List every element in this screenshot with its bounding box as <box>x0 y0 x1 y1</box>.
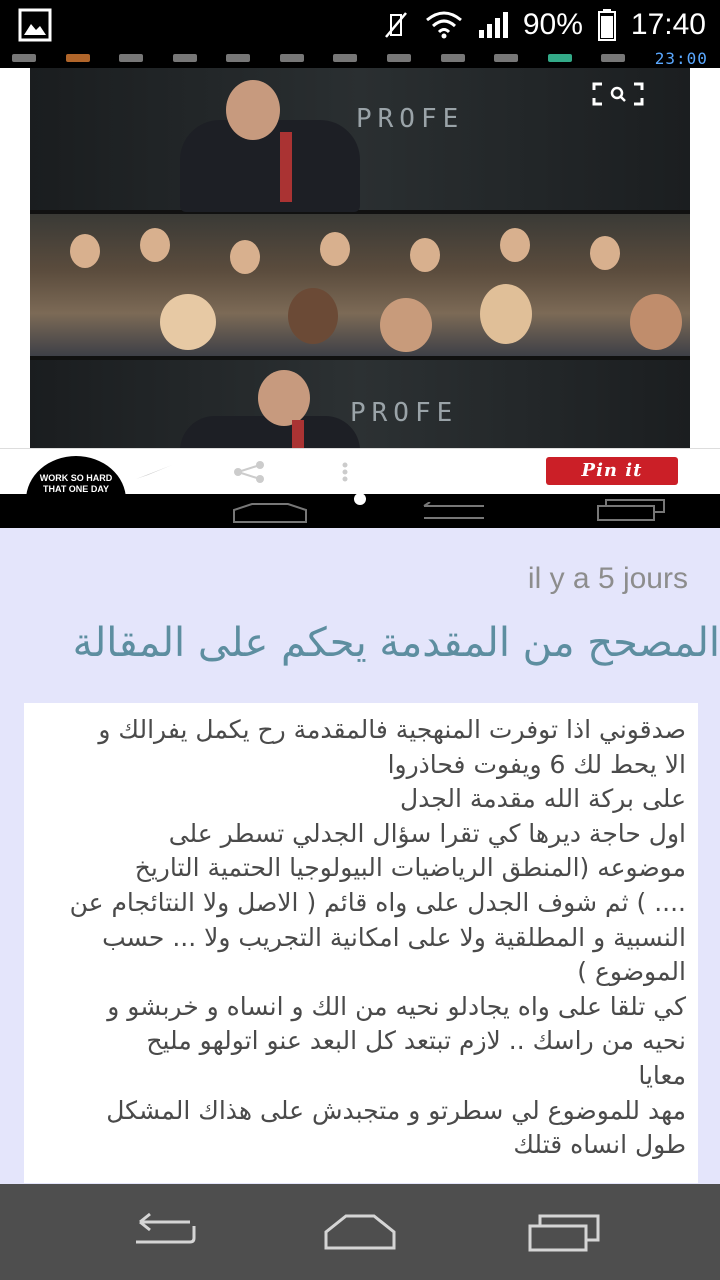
post-body-text: صدقوني اذا توفرت المنهجية فالمقدمة رح يك… <box>69 715 686 1160</box>
photo-panel-top: PROFE <box>30 68 690 212</box>
post-timestamp: il y a 5 jours <box>527 562 688 595</box>
status-bar: 90% 17:40 <box>0 0 720 50</box>
pin-card: PROFE PROFE Pin it WORK SO HARD THAT ONE… <box>0 68 720 528</box>
post-body-card: صدقوني اذا توفرت المنهجية فالمقدمة رح يك… <box>24 703 698 1183</box>
inner-home-icon <box>233 503 307 523</box>
chalkboard-text: PROFE <box>356 104 465 134</box>
more-options-icon[interactable] <box>340 461 350 483</box>
navigation-bar <box>0 1184 720 1280</box>
visual-search-icon[interactable] <box>592 82 644 106</box>
pinned-photo[interactable]: PROFE PROFE <box>30 68 690 448</box>
chalkboard-text-bottom: PROFE <box>350 398 459 428</box>
photo-panel-bottom: PROFE <box>30 360 690 448</box>
wifi-icon <box>425 11 462 39</box>
share-icon[interactable] <box>232 461 268 483</box>
back-button[interactable] <box>120 1208 200 1256</box>
battery-percentage: 90% <box>522 8 583 41</box>
battery-icon <box>597 9 616 41</box>
inner-page-indicator <box>354 493 366 505</box>
post-title: المصحح من المقدمة يحكم على المقالة <box>72 620 720 666</box>
image-notification-icon <box>18 8 52 42</box>
embedded-screenshot: 23:00 PROFE PROFE Pin it WORK SO HARD TH… <box>0 50 720 528</box>
recents-button[interactable] <box>524 1208 604 1256</box>
clock: 17:40 <box>630 8 706 41</box>
inner-nav-bar <box>0 493 720 528</box>
inner-back-icon <box>423 502 484 519</box>
home-button[interactable] <box>320 1208 400 1256</box>
vibrate-mute-icon <box>384 12 407 38</box>
pin-it-button[interactable]: Pin it <box>546 457 678 485</box>
inner-recents-icon <box>597 499 665 521</box>
inner-status-bar: 23:00 <box>0 50 720 68</box>
send-icon[interactable] <box>134 461 174 483</box>
signal-icon <box>478 12 508 38</box>
inner-clock: 23:00 <box>654 50 708 68</box>
photo-panel-crowd <box>30 214 690 356</box>
